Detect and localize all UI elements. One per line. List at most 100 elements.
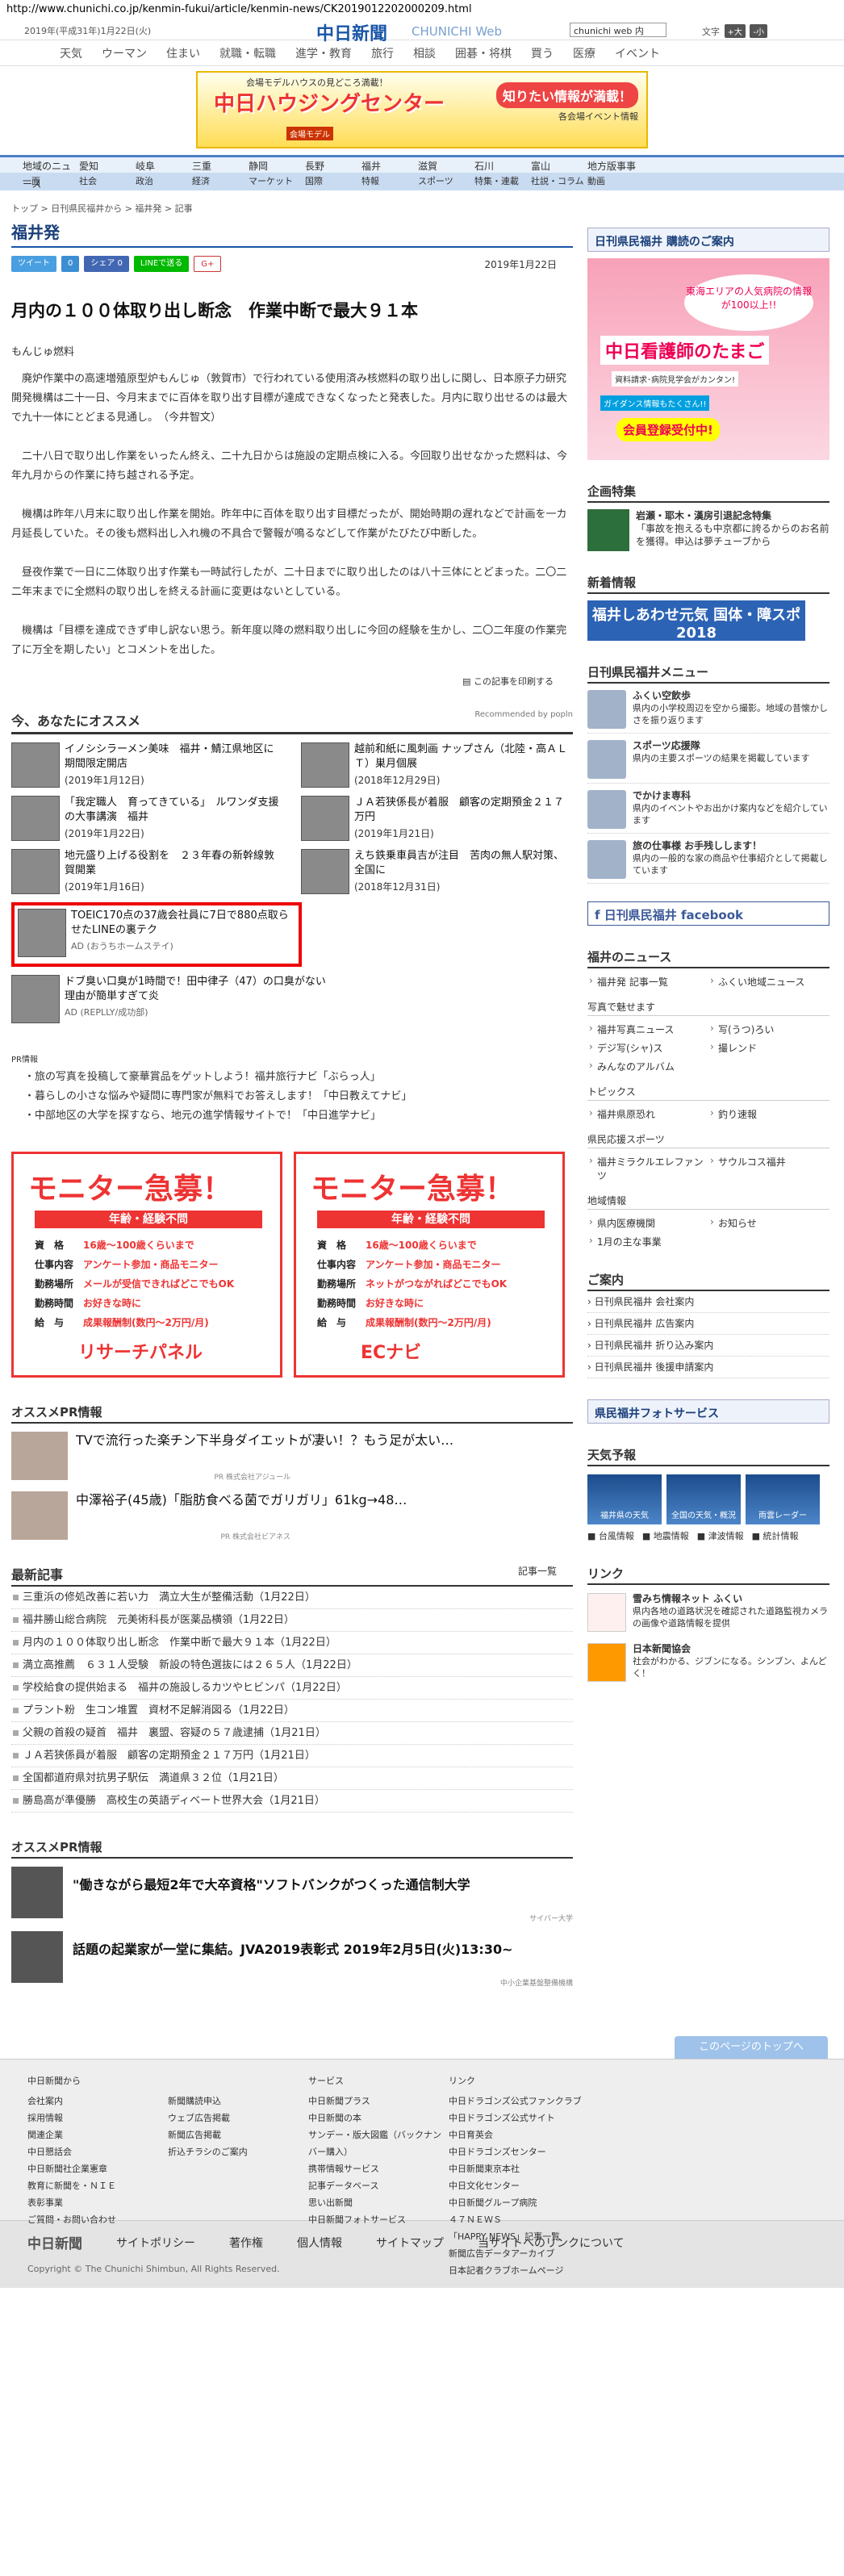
latest-news-item[interactable]: 父親の首殺の疑首 福井 裏盟、容疑の５７歳逮捕（1月21日） — [11, 1722, 573, 1745]
footer-bottom-link[interactable]: 著作権 — [229, 2235, 263, 2251]
main-nav-item[interactable]: 住まい — [157, 40, 210, 65]
photo-link[interactable]: デジ写(シャ)ス — [587, 1041, 708, 1055]
main-nav-item[interactable]: イベント — [605, 40, 670, 65]
search-input[interactable]: chunichi web 内 — [570, 23, 666, 37]
guide-link[interactable]: › 日刊県民福井 広告案内 — [587, 1313, 829, 1335]
monitor-ad-ecnavi[interactable]: モニター急募！ 年齢・経験不問 ECナビ 資 格 16歳〜100歳くらいまで 仕事内… — [294, 1152, 565, 1378]
footer-link[interactable]: 中日新聞の本 — [308, 2110, 449, 2126]
facebook-share-button[interactable]: シェア 0 — [84, 256, 129, 272]
footer-logo[interactable]: 中日新聞 — [27, 2232, 82, 2252]
recommend-item[interactable]: イノシシラーメン美味 福井・鯖江県地区に期間限定開店 (2019年1月12日) — [11, 742, 283, 791]
area-link[interactable]: 1月の主な事業 — [587, 1235, 708, 1248]
recommend-powered[interactable]: Recommended by popln — [474, 710, 573, 730]
pr3-item[interactable]: "働きながら最短2年で大卒資格"ソフトバンクがつくった通信制大学 サイバー大学 — [11, 1867, 573, 1923]
address-bar[interactable]: http://www.chunichi.co.jp/kenmin-fukui/a… — [0, 0, 844, 18]
region-nav-item[interactable]: 地方版事事 — [587, 157, 644, 173]
font-smaller-button[interactable]: -小 — [750, 24, 767, 38]
weather-box[interactable]: 雨雲レーダー — [746, 1474, 820, 1524]
footer-link[interactable]: 会社案内 — [27, 2093, 168, 2110]
plan-item[interactable]: 岩瀬・耶木・漢房引退記念特集 「事故を抱えるも中京都に誇るからのお名前を獲得。申込… — [587, 509, 829, 551]
region-nav-item[interactable]: 地域のニュース — [23, 157, 79, 190]
topics-link[interactable]: 福井県原恐れ — [587, 1107, 708, 1121]
subscribe-button[interactable]: 日刊県民福井 購読のご案内 — [587, 228, 829, 252]
facebook-link[interactable]: f 日刊県民福井 facebook — [587, 901, 829, 926]
article-list-link[interactable]: 記事一覧 — [518, 1564, 557, 1583]
page-top-button[interactable]: このページのトップへ — [675, 2036, 828, 2059]
footer-link[interactable]: 新聞広告掲載 — [168, 2126, 308, 2143]
kokutai-banner[interactable]: 福井しあわせ元気 国体・障スポ 2018 — [587, 600, 805, 642]
pr-link[interactable]: ・旅の写真を投稿して豪華賞品をゲットしよう！福井旅行ナビ「ぶらっ人」 — [24, 1068, 573, 1087]
footer-link[interactable]: 中日懇話会 — [27, 2143, 168, 2160]
external-link-item[interactable]: 日本新聞協会 社会がわかる、ジブンになる。シンブン、よんどく！ — [587, 1643, 829, 1685]
section-nav-item[interactable]: マーケット — [249, 173, 305, 190]
main-nav-item[interactable]: 買う — [521, 40, 563, 65]
photo-service-button[interactable]: 県民福井フォトサービス — [587, 1399, 829, 1424]
footer-link[interactable]: 中日新聞東京本社 — [449, 2160, 589, 2177]
monitor-ad-research-panel[interactable]: モニター急募！ 年齢・経験不問 リサーチパネル 資 格 16歳〜100歳くらいまで… — [11, 1152, 282, 1378]
line-share-button[interactable]: LINEで送る — [133, 256, 190, 272]
nurse-ad[interactable]: 東海エリアの人気病院の情報が100以上!! 中日看護師のたまご 資料請求･病院見… — [587, 258, 829, 460]
region-nav-item[interactable]: 石川 — [474, 157, 531, 173]
tweet-button[interactable]: ツイート — [11, 256, 56, 272]
weather-box[interactable]: 福井県の天気 — [587, 1474, 662, 1524]
google-plus-button[interactable]: G+ — [194, 256, 222, 272]
pr2-item[interactable]: 中澤裕子(45歳)「脂肪食べる菌でガリガリ」61kg→48… PR 株式会社ビアネ… — [11, 1491, 573, 1543]
footer-link[interactable]: 中日文化センター — [449, 2177, 589, 2194]
latest-news-item[interactable]: 全国都道府県対抗男子駅伝 満道県３２位（1月21日） — [11, 1767, 573, 1790]
footer-link[interactable]: 記事データベース — [308, 2177, 449, 2194]
latest-news-item[interactable]: 三重浜の修処改善に若い力 満立大生が整備活動（1月22日） — [11, 1587, 573, 1609]
recommend-ad-highlighted[interactable]: TOEIC170点の37歳会社員に7日で880点取らせたLINEの裏テク AD … — [11, 902, 302, 967]
weather-link[interactable]: ■ 統計情報 — [752, 1529, 799, 1542]
recommend-item[interactable]: 地元盛り上げる役割を ２３年春の新幹線敦賀開業 (2019年1月16日) — [11, 849, 283, 897]
pr3-item[interactable]: 話題の起業家が一堂に集結。JVA2019表彰式 2019年2月5日(火)13:3… — [11, 1931, 573, 1988]
section-nav-item[interactable]: 社会 — [79, 173, 136, 190]
main-nav-item[interactable]: 就職・転職 — [210, 40, 286, 65]
footer-link[interactable]: 採用情報 — [27, 2110, 168, 2126]
region-nav-item[interactable]: 愛知 — [79, 157, 136, 173]
footer-link[interactable]: サンデー・版大図鑑（バックナンバー購入） — [308, 2126, 449, 2160]
footer-link[interactable]: 日本記者クラブホームページ — [449, 2262, 589, 2279]
photo-link[interactable]: 写(うつ)ろい — [708, 1022, 829, 1036]
region-nav-item[interactable]: 滋賀 — [418, 157, 474, 173]
weather-link[interactable]: ■ 津波情報 — [697, 1529, 744, 1542]
font-larger-button[interactable]: +大 — [724, 24, 746, 38]
pr-link[interactable]: ・中部地区の大学を探すなら、地元の進学情報サイトで！「中日進学ナビ」 — [24, 1106, 573, 1126]
footer-bottom-link[interactable]: 当サイトへのリンクについて — [478, 2235, 625, 2251]
footer-bottom-link[interactable]: サイトポリシー — [116, 2235, 195, 2251]
section-nav-item[interactable]: 経済 — [192, 173, 249, 190]
footer-link[interactable]: 思い出新聞 — [308, 2194, 449, 2211]
recommend-ad[interactable]: ドブ臭い口臭が1時間で！田中律子（47）の口臭がない理由が簡単すぎて炎 AD (… — [11, 975, 334, 1031]
main-nav-item[interactable]: 医療 — [563, 40, 605, 65]
external-link-item[interactable]: 雪みち情報ネット ふくい 県内各地の道路状況を確認された道路監視カメラの画像や道路… — [587, 1593, 829, 1635]
recommend-item[interactable]: 「我定職人 育ってきている」 ルワンダ支援の大事講演 福井 (2019年1月22日… — [11, 796, 283, 844]
photo-link[interactable]: 撮レンド — [708, 1041, 829, 1055]
guide-link[interactable]: › 日刊県民福井 折り込み案内 — [587, 1335, 829, 1357]
region-nav-item[interactable]: 福井 — [361, 157, 418, 173]
sidebar-menu-item[interactable]: ふくい空飲歩 県内の小学校周辺を空から撮影。地域の昔懐かしさを振り返ります — [587, 690, 829, 734]
footer-link[interactable]: 教育に新聞を・ＮＩＥ — [27, 2177, 168, 2194]
area-link[interactable]: 県内医療機関 — [587, 1216, 708, 1230]
footer-link[interactable]: 中日ドラゴンズ公式サイト — [449, 2110, 589, 2126]
section-nav-item[interactable]: 政治 — [136, 173, 192, 190]
main-nav-item[interactable]: 天気 — [50, 40, 92, 65]
footer-link[interactable]: 折込チラシのご案内 — [168, 2143, 308, 2160]
pr2-item[interactable]: TVで流行った楽チン下半身ダイエットが凄い！？もう足が太い… PR 株式会社アジュ… — [11, 1432, 573, 1483]
footer-link[interactable]: ご質問・お問い合わせ — [27, 2211, 168, 2228]
footer-link[interactable]: 関連企業 — [27, 2126, 168, 2143]
section-nav-item[interactable]: 一面 — [23, 173, 79, 190]
region-nav-item[interactable]: 岐阜 — [136, 157, 192, 173]
footer-link[interactable]: 中日育英会 — [449, 2126, 589, 2143]
print-article-link[interactable]: ▤ この記事を印刷する — [11, 675, 554, 688]
footer-link[interactable]: 中日新聞グループ病院 — [449, 2194, 589, 2211]
local-link[interactable]: 福井発 記事一覧 — [587, 975, 708, 989]
sidebar-menu-item[interactable]: でかけま専科 県内のイベントやお出かけ案内などを紹介しています — [587, 790, 829, 834]
latest-news-item[interactable]: 満立高推薦 ６３１人受験 新設の特色選抜には２６５人（1月22日） — [11, 1654, 573, 1677]
latest-news-item[interactable]: 勝島高が準優勝 高校生の英語ディベート世界大会（1月21日） — [11, 1790, 573, 1813]
sports-link[interactable]: 福井ミラクルエレファンツ — [587, 1155, 708, 1182]
area-link[interactable]: お知らせ — [708, 1216, 829, 1230]
guide-link[interactable]: › 日刊県民福井 後援申請案内 — [587, 1357, 829, 1378]
main-nav-item[interactable]: 相談 — [403, 40, 445, 65]
footer-link[interactable]: ウェブ広告掲載 — [168, 2110, 308, 2126]
section-nav-item[interactable]: 特報 — [361, 173, 418, 190]
section-nav-item[interactable]: 国際 — [305, 173, 361, 190]
